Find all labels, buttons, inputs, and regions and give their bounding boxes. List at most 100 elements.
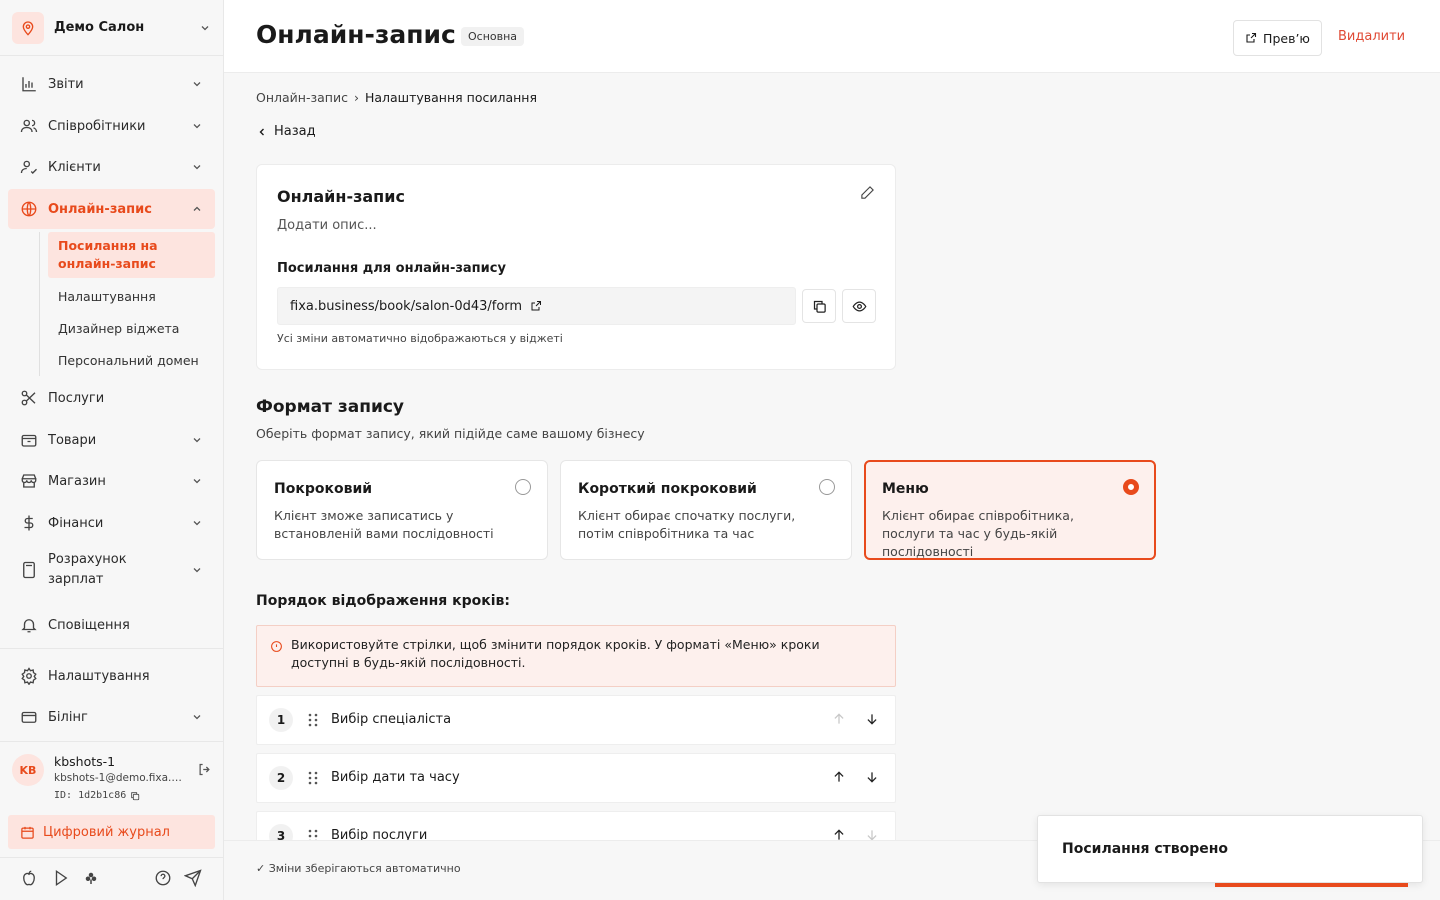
sidebar-item-finances[interactable]: Фінанси	[8, 503, 215, 543]
sidebar-item-billing[interactable]: Білінг	[8, 697, 215, 737]
format-option-title: Покроковий	[274, 481, 373, 497]
box-icon	[20, 431, 38, 449]
gear-icon	[20, 667, 38, 685]
sidebar-item-employees[interactable]: Співробітники	[8, 106, 215, 146]
divider	[0, 741, 223, 742]
link-label: Посилання для онлайн-запису	[277, 261, 506, 276]
arrow-up-icon[interactable]	[832, 712, 846, 726]
step-label: Вибір послуги	[331, 828, 428, 840]
sidebar-item-payroll[interactable]: Розрахунок зарплат	[8, 544, 215, 596]
arrow-down-icon[interactable]	[865, 770, 879, 784]
chevron-down-icon	[191, 711, 203, 723]
sidebar-item-label: Білінг	[48, 709, 88, 725]
sidebar-item-label: Фінанси	[48, 515, 104, 531]
step-number: 3	[269, 824, 293, 840]
booking-link-card: Онлайн-запис Додати опис... Посилання дл…	[256, 164, 896, 370]
digital-journal-label: Цифровий журнал	[43, 824, 170, 840]
external-link-icon[interactable]	[530, 300, 542, 312]
preview-button[interactable]: Прев’ю	[1233, 20, 1322, 56]
format-option-description: Клієнт обирає співробітника, послуги та …	[882, 508, 1074, 559]
digital-journal-button[interactable]: Цифровий журнал	[8, 815, 215, 849]
google-play-icon[interactable]	[52, 869, 70, 887]
sidebar-item-notifications[interactable]: Сповіщення	[8, 605, 215, 645]
sidebar-subitem-settings[interactable]: Налаштування	[48, 285, 215, 307]
help-icon[interactable]	[154, 869, 172, 887]
globe-icon	[20, 200, 38, 218]
avatar: KB	[12, 754, 44, 786]
sidebar-subitem-label: Дизайнер віджета	[58, 320, 180, 336]
sidebar-item-products[interactable]: Товари	[8, 420, 215, 460]
sidebar-subitem-widget-designer[interactable]: Дизайнер віджета	[48, 317, 215, 339]
chevron-down-icon	[191, 517, 203, 529]
main-content: Онлайн-запис › Налаштування посилання На…	[224, 74, 1440, 840]
arrow-up-icon[interactable]	[832, 828, 846, 840]
page-title: Онлайн-запис	[256, 20, 456, 49]
back-link[interactable]: Назад	[256, 124, 316, 139]
salon-switcher[interactable]: Демо Салон	[0, 0, 223, 56]
steps-hint-text: Використовуйте стрілки, щоб змінити поря…	[291, 637, 820, 670]
format-option-description: Клієнт обирає спочатку послуги, потім сп…	[578, 508, 796, 541]
sidebar-item-label: Звіти	[48, 76, 84, 92]
bell-icon	[20, 616, 38, 634]
drag-handle-icon[interactable]	[307, 771, 319, 785]
sidebar-item-label: Товари	[48, 432, 97, 448]
sidebar-item-services[interactable]: Послуги	[8, 378, 215, 418]
preview-label: Прев’ю	[1263, 30, 1310, 46]
format-section-subtitle: Оберіть формат запису, який підійде саме…	[256, 426, 645, 441]
user-check-icon	[20, 158, 38, 176]
eye-icon	[852, 299, 867, 314]
description-placeholder[interactable]: Додати опис...	[277, 218, 377, 233]
user-email: kbshots-1@demo.fixa.b...	[54, 772, 184, 784]
format-option-title: Меню	[882, 481, 929, 497]
drag-handle-icon[interactable]	[307, 829, 319, 840]
sidebar: Демо Салон Звіти Співробітники Клієнти О…	[0, 0, 224, 900]
pencil-icon[interactable]	[860, 185, 875, 200]
sidebar-item-settings[interactable]: Налаштування	[8, 656, 215, 696]
copy-link-button[interactable]	[802, 289, 836, 323]
logout-icon[interactable]	[197, 762, 212, 777]
sidebar-subitem-custom-domain[interactable]: Персональний домен	[48, 349, 215, 371]
sidebar-item-label: Онлайн-запис	[48, 201, 152, 217]
breadcrumb-root[interactable]: Онлайн-запис	[256, 90, 348, 105]
format-radio[interactable]	[515, 479, 531, 495]
step-number: 1	[269, 708, 293, 732]
user-profile[interactable]: KB kbshots-1 kbshots-1@demo.fixa.b... ID…	[12, 750, 212, 806]
user-id: ID: 1d2b1c86	[54, 790, 140, 801]
drag-handle-icon[interactable]	[307, 713, 319, 727]
sidebar-subitem-booking-links[interactable]: Посилання на онлайн-запис	[48, 232, 215, 278]
format-option-menu[interactable]: Меню Клієнт обирає співробітника, послуг…	[864, 460, 1156, 560]
sidebar-item-online-booking[interactable]: Онлайн-запис	[8, 189, 215, 229]
card-title: Онлайн-запис	[277, 187, 405, 206]
clover-icon[interactable]	[82, 869, 100, 887]
format-radio[interactable]	[819, 479, 835, 495]
chevron-down-icon	[191, 564, 203, 576]
sidebar-item-reports[interactable]: Звіти	[8, 64, 215, 104]
send-icon[interactable]	[184, 869, 202, 887]
format-option-short-step-by-step[interactable]: Короткий покроковий Клієнт обирає спочат…	[560, 460, 852, 560]
sidebar-item-label: Клієнти	[48, 159, 101, 175]
toast-notification[interactable]: Посилання створено	[1037, 815, 1423, 883]
sidebar-item-store[interactable]: Магазин	[8, 461, 215, 501]
arrow-down-icon[interactable]	[865, 828, 879, 840]
copy-icon[interactable]	[130, 791, 140, 801]
user-name: kbshots-1	[54, 754, 116, 769]
step-number: 2	[269, 766, 293, 790]
view-link-button[interactable]	[842, 289, 876, 323]
sidebar-item-clients[interactable]: Клієнти	[8, 147, 215, 187]
delete-button[interactable]: Видалити	[1338, 29, 1405, 44]
format-option-step-by-step[interactable]: Покроковий Клієнт зможе записатись у вст…	[256, 460, 548, 560]
format-radio-selected[interactable]	[1123, 479, 1139, 495]
scissors-icon	[20, 389, 38, 407]
chevron-up-icon	[191, 203, 203, 215]
arrow-up-icon[interactable]	[832, 770, 846, 784]
steps-hint: Використовуйте стрілки, щоб змінити поря…	[256, 625, 896, 687]
chevron-down-icon	[191, 475, 203, 487]
booking-url-field[interactable]: fixa.business/book/salon-0d43/form	[277, 287, 796, 325]
arrow-down-icon[interactable]	[865, 712, 879, 726]
sidebar-item-label: Співробітники	[48, 118, 146, 134]
sidebar-subitem-label: Персональний домен	[58, 352, 199, 368]
copy-icon	[812, 299, 827, 314]
format-option-description: Клієнт зможе записатись у встановленій в…	[274, 508, 494, 541]
apple-icon[interactable]	[20, 869, 38, 887]
info-icon	[270, 640, 283, 653]
